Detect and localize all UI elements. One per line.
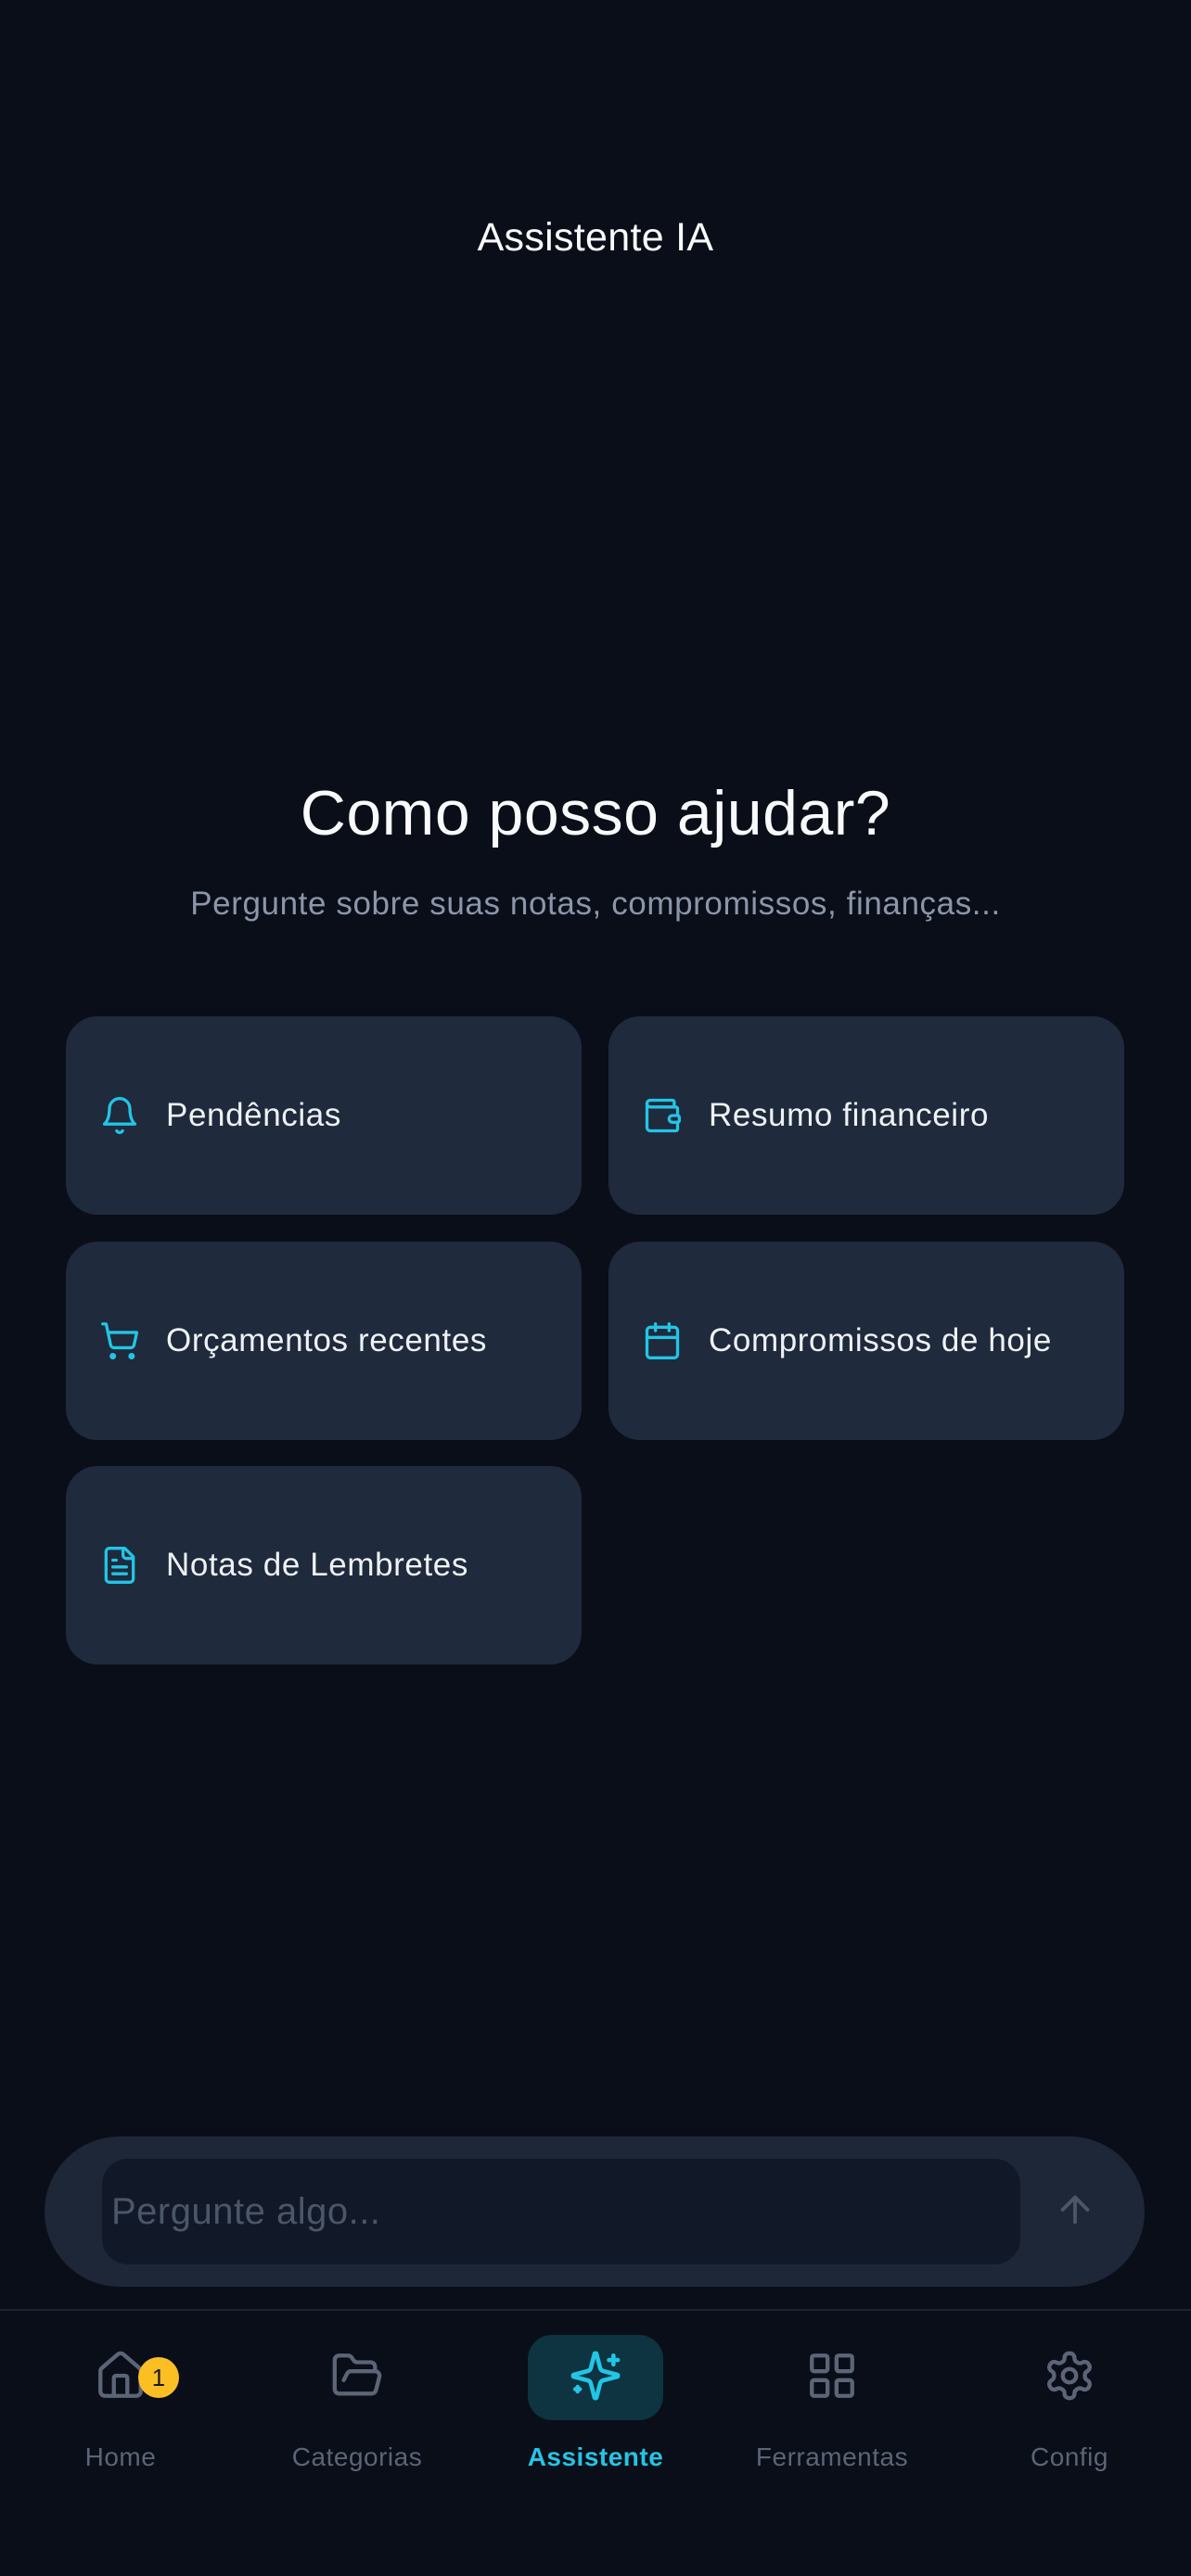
chat-input-wrapper	[102, 2159, 1020, 2264]
sparkles-icon	[569, 2349, 622, 2407]
suggestion-label: Pendências	[166, 1097, 341, 1133]
gear-icon	[1043, 2349, 1096, 2407]
suggestion-label: Orçamentos recentes	[166, 1322, 487, 1358]
suggestion-card-notas-de-lembretes[interactable]: Notas de Lembretes	[66, 1466, 582, 1664]
suggestion-card-resumo-financeiro[interactable]: Resumo financeiro	[608, 1016, 1124, 1215]
bottom-nav: 1 Home Categorias Assistente Ferramentas…	[0, 2311, 1191, 2576]
suggestion-card-pendencias[interactable]: Pendências	[66, 1016, 582, 1215]
assistant-screen: Assistente IA Como posso ajudar? Pergunt…	[0, 0, 1191, 2576]
cart-icon	[99, 1320, 140, 1361]
hero-subtitle: Pergunte sobre suas notas, compromissos,…	[190, 886, 1001, 922]
nav-label: Config	[1031, 2442, 1108, 2471]
nav-label: Assistente	[527, 2442, 664, 2471]
suggestion-card-compromissos-de-hoje[interactable]: Compromissos de hoje	[608, 1242, 1124, 1440]
suggestion-card-orcamentos-recentes[interactable]: Orçamentos recentes	[66, 1242, 582, 1440]
suggestion-label: Notas de Lembretes	[166, 1547, 468, 1583]
nav-item-home[interactable]: 1 Home	[19, 2335, 223, 2474]
grid-icon	[805, 2349, 859, 2407]
nav-item-categorias[interactable]: Categorias	[255, 2335, 459, 2474]
suggestion-label: Resumo financeiro	[709, 1097, 990, 1133]
nav-item-ferramentas[interactable]: Ferramentas	[730, 2335, 934, 2474]
nav-item-assistente[interactable]: Assistente	[493, 2335, 698, 2474]
nav-item-config[interactable]: Config	[967, 2335, 1172, 2474]
notification-badge: 1	[138, 2357, 179, 2398]
page-title: Assistente IA	[477, 215, 714, 260]
send-button[interactable]	[1033, 2170, 1117, 2253]
chat-composer	[45, 2136, 1145, 2287]
nav-label: Home	[84, 2442, 157, 2471]
suggestion-label: Compromissos de hoje	[709, 1322, 1052, 1358]
chat-input[interactable]	[102, 2159, 1020, 2264]
folder-open-icon	[330, 2349, 384, 2407]
nav-label: Ferramentas	[755, 2442, 909, 2471]
wallet-icon	[642, 1095, 683, 1136]
hero-title: Como posso ajudar?	[300, 778, 891, 848]
nav-label: Categorias	[291, 2442, 423, 2471]
bell-icon	[99, 1095, 140, 1136]
arrow-up-icon	[1054, 2188, 1096, 2236]
document-icon	[99, 1545, 140, 1586]
calendar-icon	[642, 1320, 683, 1361]
